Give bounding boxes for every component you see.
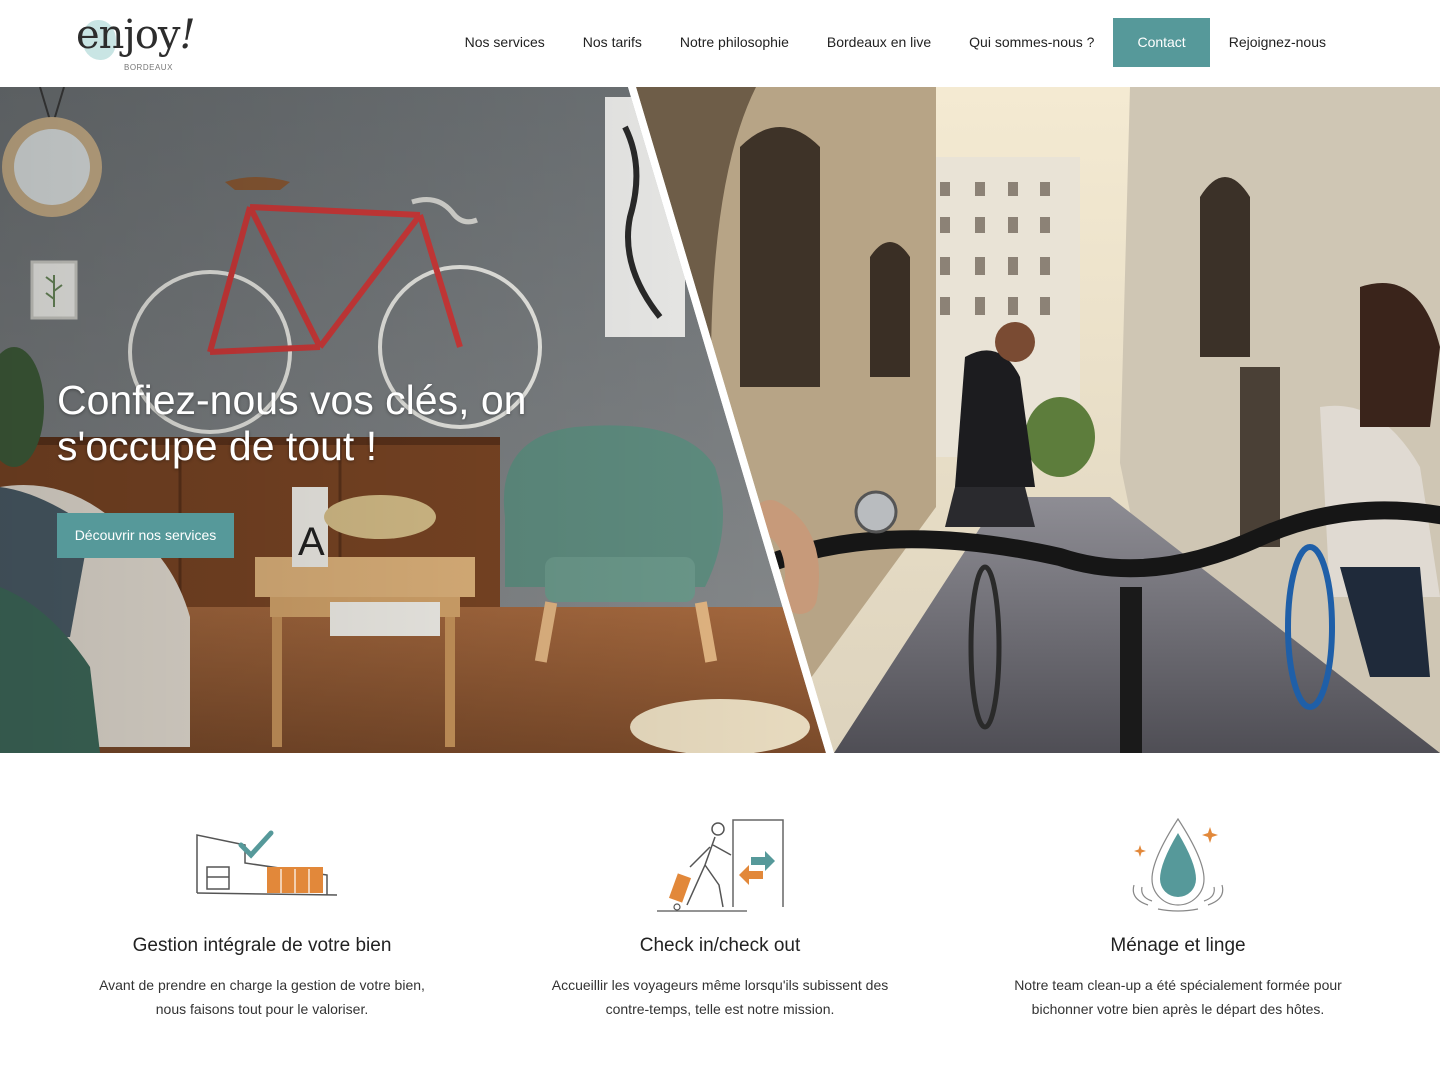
nav-item-bordeaux-live[interactable]: Bordeaux en live — [808, 18, 950, 67]
contact-button[interactable]: Contact — [1113, 18, 1210, 67]
feature-checkin: Check in/check out Accueillir les voyage… — [540, 815, 900, 1021]
site-header: enjoy! BORDEAUX Nos services Nos tarifs … — [0, 0, 1440, 87]
enjoy-logo[interactable]: enjoy! BORDEAUX — [74, 12, 214, 76]
nav-item-services[interactable]: Nos services — [446, 18, 564, 67]
feature-text: Notre team clean-up a été spécialement f… — [1014, 977, 1342, 1017]
hero-banner: A — [0, 87, 1440, 753]
hero-title: Confiez-nous vos clés, on s'occupe de to… — [57, 377, 527, 469]
house-check-icon — [196, 830, 337, 896]
logo-subtitle: BORDEAUX — [124, 63, 173, 72]
feature-title: Gestion intégrale de votre bien — [132, 935, 392, 956]
main-nav: Nos services Nos tarifs Notre philosophi… — [446, 18, 1345, 67]
feature-gestion: Gestion intégrale de votre bien Avant de… — [82, 815, 442, 1021]
water-drop-sparkle-icon — [1132, 817, 1224, 912]
feature-title: Ménage et linge — [1110, 935, 1246, 956]
traveler-door-icon — [657, 819, 784, 912]
nav-item-philosophie[interactable]: Notre philosophie — [661, 18, 808, 67]
feature-menage: Ménage et linge Notre team clean-up a ét… — [998, 815, 1358, 1021]
feature-text: Avant de prendre en charge la gestion de… — [99, 977, 425, 1017]
nav-item-qui-sommes-nous[interactable]: Qui sommes-nous ? — [950, 18, 1113, 67]
feature-title: Check in/check out — [639, 935, 801, 956]
feature-text: Accueillir les voyageurs même lorsqu'ils… — [551, 977, 889, 1017]
nav-item-tarifs[interactable]: Nos tarifs — [564, 18, 661, 67]
logo-wordmark: enjoy! — [76, 12, 196, 58]
nav-item-rejoignez-nous[interactable]: Rejoignez-nous — [1210, 18, 1345, 67]
discover-services-button[interactable]: Découvrir nos services — [57, 513, 234, 558]
